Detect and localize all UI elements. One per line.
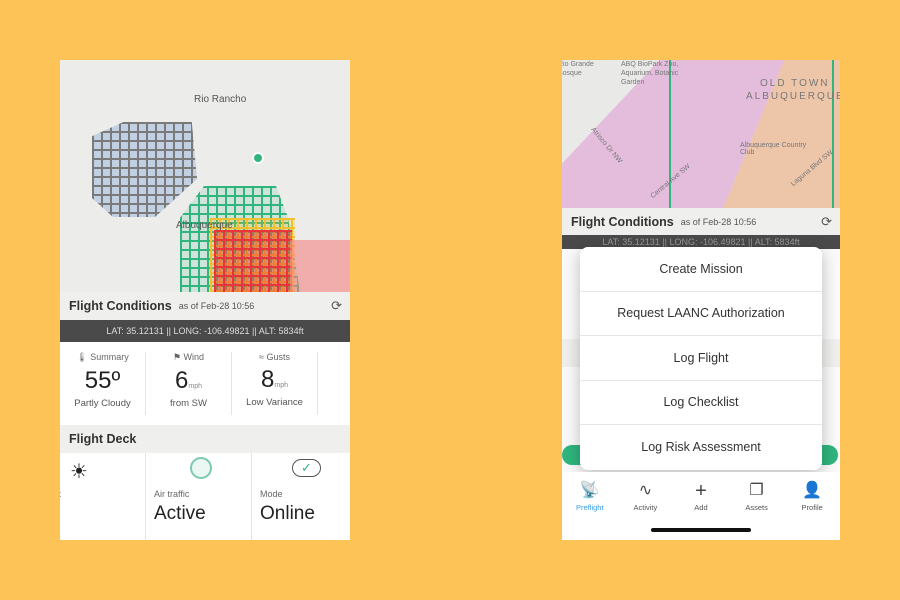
wind-flag-icon: ⚑ bbox=[172, 352, 182, 362]
plus-icon: + bbox=[695, 480, 707, 502]
activity-pulse-icon: ∿ bbox=[638, 482, 653, 499]
tab-label: Preflight bbox=[576, 503, 604, 512]
cloud-check-icon: ✓ bbox=[292, 459, 321, 477]
flight-conditions-header: Flight Conditions as of Feb-28 10:56 ⟳ bbox=[60, 292, 350, 320]
card-label: Air traffic bbox=[154, 489, 190, 499]
tab-preflight[interactable]: 📡 Preflight bbox=[562, 472, 618, 522]
flight-conditions-title: Flight Conditions bbox=[69, 299, 172, 313]
stat-label: Gusts bbox=[266, 352, 290, 362]
left-phone-screen: Rio Rancho Albuquerque Flight Conditions… bbox=[60, 60, 350, 540]
menu-item-log-risk-assessment[interactable]: Log Risk Assessment bbox=[580, 425, 822, 470]
boundary-line bbox=[832, 60, 834, 208]
tab-label: Activity bbox=[633, 503, 658, 512]
menu-item-log-flight[interactable]: Log Flight bbox=[580, 336, 822, 381]
map-label-bosque: Rio Grande Bosque bbox=[562, 61, 594, 77]
flight-deck-title: Flight Deck bbox=[69, 432, 137, 446]
stat-value: 8 bbox=[261, 366, 275, 393]
stat-wind[interactable]: ⚑ Wind 6mph from SW bbox=[146, 352, 232, 415]
refresh-icon[interactable]: ⟳ bbox=[331, 298, 342, 314]
card-label: Mode bbox=[260, 489, 283, 499]
gust-icon: ≈ bbox=[259, 352, 264, 362]
airspace-map[interactable]: Old Town Albuquerque Albuquerque Country… bbox=[562, 60, 840, 208]
stat-detail: Low Variance bbox=[246, 397, 303, 408]
weather-stats: 🌡 Summary 55º Partly Cloudy ⚑ Wind 6mph from… bbox=[60, 342, 350, 425]
tab-assets[interactable]: ❐ Assets bbox=[729, 472, 785, 522]
map-label-albuquerque: Albuquerque bbox=[746, 91, 840, 102]
grid-zone-red bbox=[214, 230, 292, 292]
map-label-old-town: Old Town bbox=[760, 78, 830, 89]
card-label: st bbox=[60, 489, 61, 499]
updated-time: as of Feb-28 10:56 bbox=[178, 301, 255, 311]
stat-label: Wind bbox=[183, 352, 205, 362]
updated-time: as of Feb-28 10:56 bbox=[680, 216, 757, 227]
refresh-icon[interactable]: ⟳ bbox=[821, 214, 832, 230]
thermometer-icon: 🌡 bbox=[76, 352, 88, 362]
tab-label: Profile bbox=[801, 503, 823, 512]
flight-deck-cards: ☀star Air trafficActive ✓ModeOnline bbox=[60, 453, 330, 540]
map-label-zoo: ABQ BioPark Zoo, Aquarium, Botanic Garde… bbox=[621, 61, 679, 86]
menu-item-create-mission[interactable]: Create Mission bbox=[580, 247, 822, 292]
airspace-map[interactable]: Rio Rancho Albuquerque bbox=[60, 60, 350, 292]
home-indicator bbox=[651, 528, 751, 532]
deck-card-mode[interactable]: ✓ Mode Online bbox=[252, 453, 350, 540]
stat-visibility[interactable]: 👁9C bbox=[318, 352, 350, 415]
stat-value: 6 bbox=[175, 367, 189, 394]
right-phone-screen: Old Town Albuquerque Albuquerque Country… bbox=[562, 60, 840, 540]
coordinates-bar: LAT: 35.12131 || LONG: -106.49821 || ALT… bbox=[60, 320, 350, 342]
deck-card-weather[interactable]: ☀star bbox=[60, 453, 146, 540]
satellite-dish-icon: 📡 bbox=[579, 482, 600, 499]
map-label-rio-rancho: Rio Rancho bbox=[194, 94, 247, 105]
grid-zone-gray bbox=[92, 122, 197, 217]
stat-summary[interactable]: 🌡 Summary 55º Partly Cloudy bbox=[60, 352, 146, 415]
card-value: Online bbox=[260, 503, 315, 524]
tab-add[interactable]: + Add bbox=[673, 472, 729, 522]
assets-stack-icon: ❐ bbox=[749, 482, 764, 499]
stat-detail: from SW bbox=[170, 398, 207, 409]
map-label-country-club: Albuquerque Country Club bbox=[740, 142, 807, 156]
tab-label: Assets bbox=[745, 503, 768, 512]
restricted-area-overlay bbox=[290, 240, 350, 292]
stat-value: 55º bbox=[84, 367, 121, 394]
stat-gusts[interactable]: ≈ Gusts 8mph Low Variance bbox=[232, 352, 318, 415]
menu-item-log-checklist[interactable]: Log Checklist bbox=[580, 381, 822, 425]
card-value: Active bbox=[154, 503, 206, 524]
add-action-menu: Create Mission Request LAANC Authorizati… bbox=[580, 247, 822, 470]
bottom-tab-bar: 📡 Preflight ∿ Activity + Add ❐ Assets 👤 Profi… bbox=[562, 472, 840, 522]
stat-unit: mph bbox=[188, 383, 202, 390]
person-icon: 👤 bbox=[802, 482, 823, 499]
location-marker[interactable] bbox=[252, 152, 264, 164]
flight-conditions-header: Flight Conditions as of Feb-28 10:56 ⟳ bbox=[562, 208, 840, 235]
deck-card-air-traffic[interactable]: Air traffic Active bbox=[146, 453, 252, 540]
radar-icon bbox=[190, 457, 212, 479]
tab-profile[interactable]: 👤 Profile bbox=[784, 472, 840, 522]
stat-label: Summary bbox=[90, 352, 129, 362]
stat-unit: mph bbox=[274, 382, 288, 389]
stat-detail: C bbox=[318, 398, 350, 409]
stat-detail: Partly Cloudy bbox=[74, 398, 131, 409]
tab-label: Add bbox=[694, 503, 708, 512]
map-label-albuquerque: Albuquerque bbox=[176, 220, 233, 231]
flight-conditions-title: Flight Conditions bbox=[571, 214, 674, 229]
sun-icon: ☀ bbox=[70, 461, 88, 483]
tab-activity[interactable]: ∿ Activity bbox=[618, 472, 674, 522]
flight-deck-header: Flight Deck bbox=[60, 425, 350, 453]
stat-value: 9 bbox=[318, 367, 350, 395]
menu-item-request-laanc[interactable]: Request LAANC Authorization bbox=[580, 292, 822, 336]
